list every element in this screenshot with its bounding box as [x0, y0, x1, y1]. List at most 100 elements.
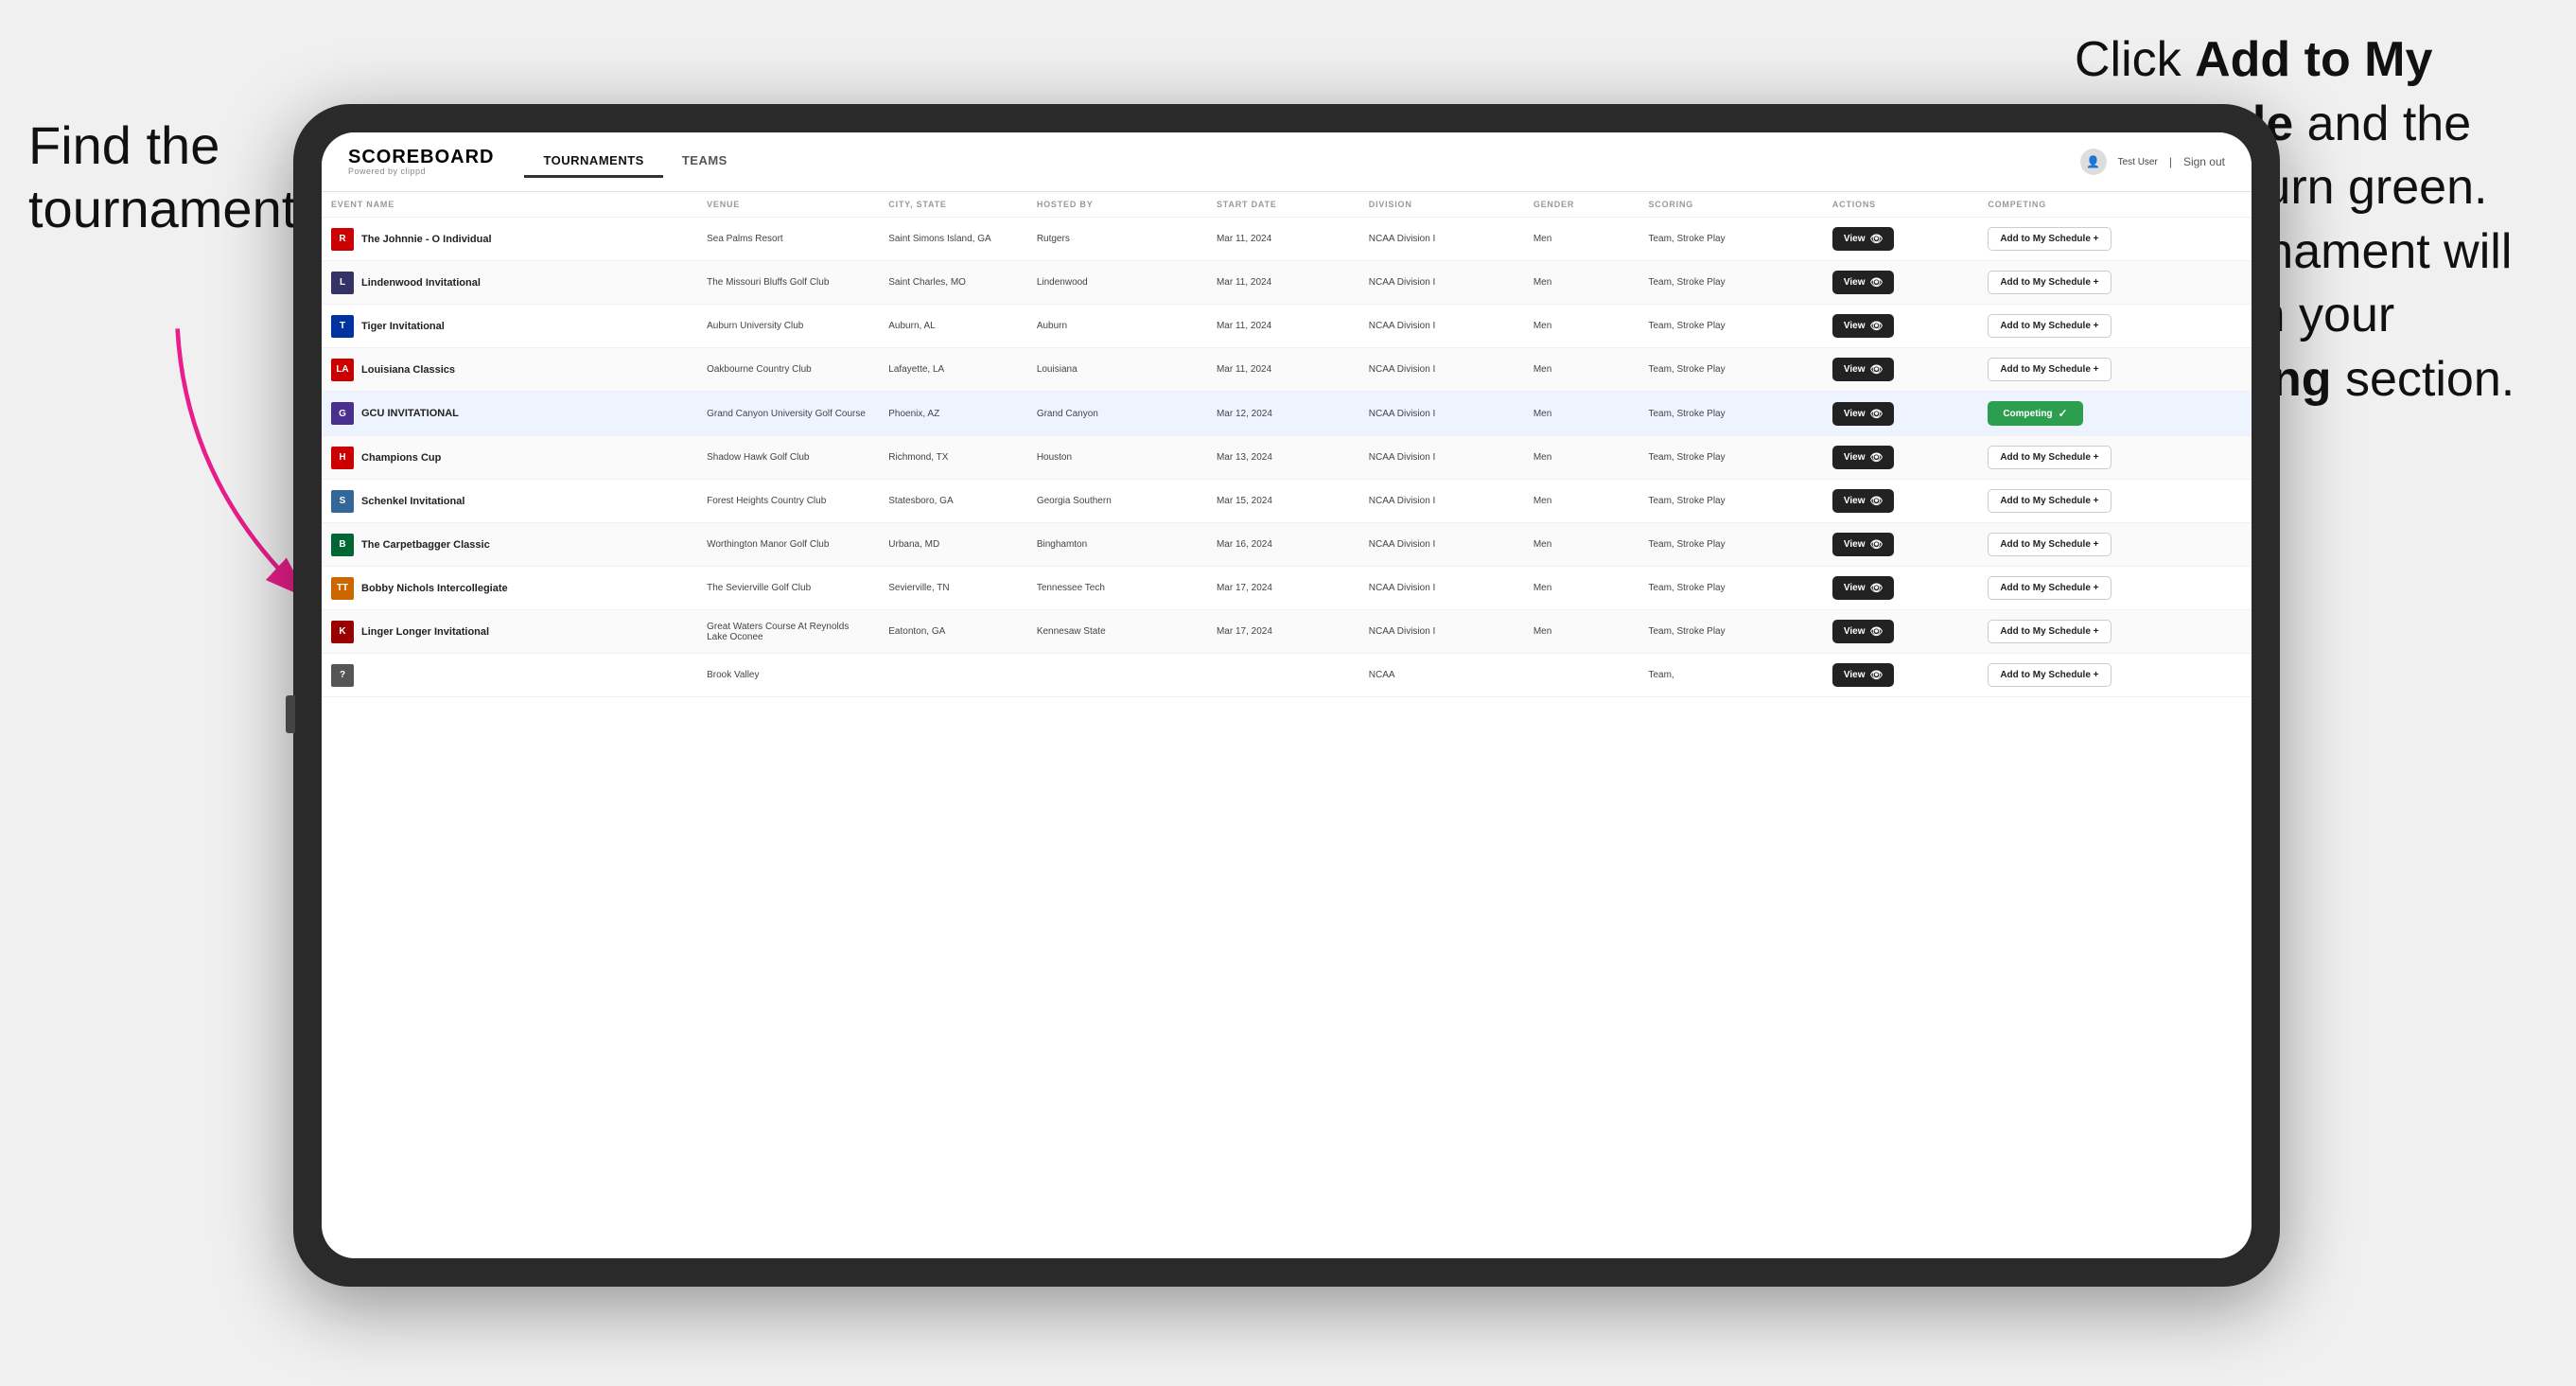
side-button[interactable]	[286, 695, 295, 733]
eye-icon: 👁	[1869, 408, 1883, 420]
view-button[interactable]: View 👁	[1832, 358, 1895, 381]
gender-cell: Men	[1524, 348, 1639, 392]
city-state-cell: Statesboro, GA	[879, 480, 1027, 523]
table-row: S Schenkel Invitational Forest Heights C…	[322, 480, 2252, 523]
team-logo: H	[331, 447, 354, 469]
city-state-cell: Saint Charles, MO	[879, 261, 1027, 305]
checkmark-icon: ✓	[2059, 407, 2068, 420]
sign-out-link[interactable]: Sign out	[2183, 155, 2225, 168]
table-row: T Tiger Invitational Auburn University C…	[322, 305, 2252, 348]
team-logo: T	[331, 315, 354, 338]
gender-cell: Men	[1524, 218, 1639, 261]
col-event-name: EVENT NAME	[322, 192, 697, 218]
app-logo-subtitle: Powered by clippd	[348, 167, 494, 176]
view-button[interactable]: View 👁	[1832, 620, 1895, 643]
start-date-cell: Mar 15, 2024	[1207, 480, 1359, 523]
event-name-text: The Carpetbagger Classic	[361, 539, 490, 551]
scoring-cell: Team, Stroke Play	[1638, 348, 1822, 392]
hosted-by-cell: Rutgers	[1027, 218, 1207, 261]
tab-tournaments[interactable]: TOURNAMENTS	[524, 146, 662, 178]
hosted-by-cell: Georgia Southern	[1027, 480, 1207, 523]
tablet-screen: SCOREBOARD Powered by clippd TOURNAMENTS…	[322, 132, 2252, 1258]
actions-cell: View 👁	[1823, 567, 1978, 610]
event-name-text: Tiger Invitational	[361, 321, 445, 332]
event-name-cell: LA Louisiana Classics	[322, 348, 697, 392]
actions-cell: View 👁	[1823, 218, 1978, 261]
add-to-schedule-button[interactable]: Add to My Schedule +	[1988, 446, 2111, 469]
add-to-schedule-button[interactable]: Add to My Schedule +	[1988, 576, 2111, 600]
division-cell: NCAA Division I	[1359, 392, 1524, 436]
user-name: Test User	[2118, 157, 2158, 167]
eye-icon: 👁	[1869, 233, 1883, 245]
start-date-cell: Mar 17, 2024	[1207, 567, 1359, 610]
competing-cell: Add to My Schedule +	[1978, 523, 2252, 567]
team-logo: R	[331, 228, 354, 251]
tournaments-table: EVENT NAME VENUE CITY, STATE HOSTED BY S…	[322, 192, 2252, 697]
hosted-by-cell: Tennessee Tech	[1027, 567, 1207, 610]
scoring-cell: Team, Stroke Play	[1638, 523, 1822, 567]
division-cell: NCAA Division I	[1359, 567, 1524, 610]
divider: |	[2169, 155, 2172, 168]
add-to-schedule-button[interactable]: Add to My Schedule +	[1988, 533, 2111, 556]
view-button[interactable]: View 👁	[1832, 402, 1895, 426]
team-logo: TT	[331, 577, 354, 600]
actions-cell: View 👁	[1823, 523, 1978, 567]
col-scoring: SCORING	[1638, 192, 1822, 218]
venue-cell: Great Waters Course At Reynolds Lake Oco…	[697, 610, 879, 654]
scoring-cell: Team, Stroke Play	[1638, 480, 1822, 523]
add-to-schedule-button[interactable]: Add to My Schedule +	[1988, 271, 2111, 294]
event-name-cell: TT Bobby Nichols Intercollegiate	[322, 567, 697, 610]
add-to-schedule-button[interactable]: Add to My Schedule +	[1988, 489, 2111, 513]
event-name-cell: R The Johnnie - O Individual	[322, 218, 697, 261]
division-cell: NCAA Division I	[1359, 480, 1524, 523]
city-state-cell: Richmond, TX	[879, 436, 1027, 480]
view-button[interactable]: View 👁	[1832, 533, 1895, 556]
hosted-by-cell: Grand Canyon	[1027, 392, 1207, 436]
view-button[interactable]: View 👁	[1832, 314, 1895, 338]
competing-cell: Add to My Schedule +	[1978, 305, 2252, 348]
venue-cell: Grand Canyon University Golf Course	[697, 392, 879, 436]
gender-cell: Men	[1524, 305, 1639, 348]
city-state-cell: Eatonton, GA	[879, 610, 1027, 654]
col-start-date: START DATE	[1207, 192, 1359, 218]
division-cell: NCAA Division I	[1359, 261, 1524, 305]
eye-icon: 👁	[1869, 320, 1883, 332]
competing-cell: Add to My Schedule +	[1978, 436, 2252, 480]
view-button[interactable]: View 👁	[1832, 489, 1895, 513]
venue-cell: Brook Valley	[697, 654, 879, 697]
start-date-cell: Mar 13, 2024	[1207, 436, 1359, 480]
view-button[interactable]: View 👁	[1832, 227, 1895, 251]
add-to-schedule-button[interactable]: Add to My Schedule +	[1988, 663, 2111, 687]
event-name-text: The Johnnie - O Individual	[361, 234, 492, 245]
actions-cell: View 👁	[1823, 654, 1978, 697]
division-cell: NCAA Division I	[1359, 436, 1524, 480]
table-header-row: EVENT NAME VENUE CITY, STATE HOSTED BY S…	[322, 192, 2252, 218]
competing-cell: Add to My Schedule +	[1978, 218, 2252, 261]
view-button[interactable]: View 👁	[1832, 663, 1895, 687]
city-state-cell: Phoenix, AZ	[879, 392, 1027, 436]
col-division: DIVISION	[1359, 192, 1524, 218]
add-to-schedule-button[interactable]: Add to My Schedule +	[1988, 227, 2111, 251]
hosted-by-cell: Auburn	[1027, 305, 1207, 348]
competing-cell: Add to My Schedule +	[1978, 610, 2252, 654]
event-name-cell: T Tiger Invitational	[322, 305, 697, 348]
view-button[interactable]: View 👁	[1832, 446, 1895, 469]
table-row: LA Louisiana Classics Oakbourne Country …	[322, 348, 2252, 392]
view-button[interactable]: View 👁	[1832, 271, 1895, 294]
event-name-text: Schenkel Invitational	[361, 496, 464, 507]
team-logo: LA	[331, 359, 354, 381]
logo-area: SCOREBOARD Powered by clippd	[348, 148, 494, 176]
add-to-schedule-button[interactable]: Add to My Schedule +	[1988, 620, 2111, 643]
event-name-cell: H Champions Cup	[322, 436, 697, 480]
event-name-text: Linger Longer Invitational	[361, 626, 489, 638]
add-to-schedule-button[interactable]: Add to My Schedule +	[1988, 358, 2111, 381]
city-state-cell	[879, 654, 1027, 697]
add-to-schedule-button[interactable]: Add to My Schedule +	[1988, 314, 2111, 338]
scoring-cell: Team, Stroke Play	[1638, 567, 1822, 610]
competing-button[interactable]: Competing ✓	[1988, 401, 2082, 426]
view-button[interactable]: View 👁	[1832, 576, 1895, 600]
competing-cell: Competing ✓	[1978, 392, 2252, 436]
tab-teams[interactable]: TEAMS	[663, 146, 746, 178]
col-city-state: CITY, STATE	[879, 192, 1027, 218]
division-cell: NCAA Division I	[1359, 348, 1524, 392]
